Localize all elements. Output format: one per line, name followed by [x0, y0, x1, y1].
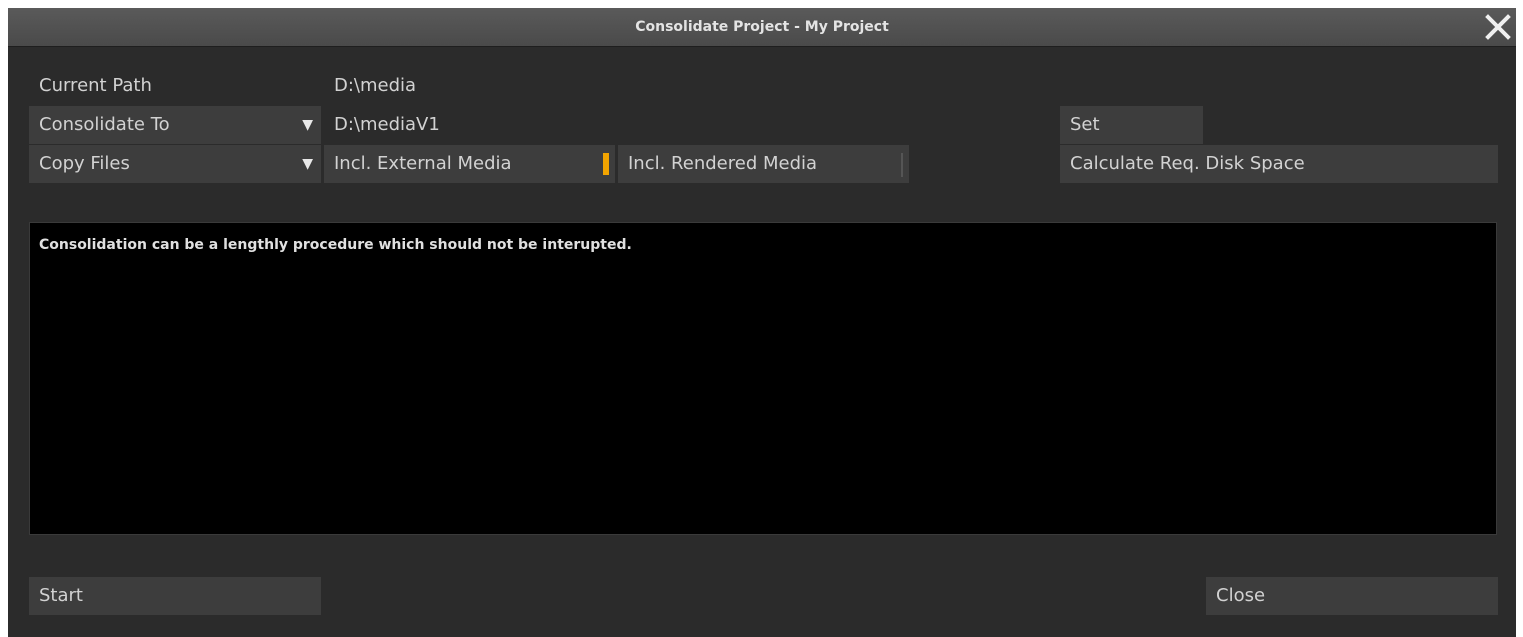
caret-down-icon: ▼: [302, 156, 313, 172]
set-button[interactable]: Set: [1060, 106, 1203, 144]
incl-rendered-media-label: Incl. Rendered Media: [628, 153, 818, 174]
current-path-label: Current Path: [39, 75, 152, 96]
consolidate-to-label: Consolidate To: [39, 114, 170, 135]
start-button[interactable]: Start: [29, 577, 321, 615]
calculate-disk-space-button[interactable]: Calculate Req. Disk Space: [1060, 145, 1498, 183]
title-bar[interactable]: Consolidate Project - My Project: [8, 8, 1516, 47]
log-message: Consolidation can be a lengthly procedur…: [39, 237, 632, 253]
incl-rendered-media-toggle[interactable]: Incl. Rendered Media: [618, 145, 909, 183]
consolidate-project-dialog: Consolidate Project - My Project Current…: [8, 8, 1516, 637]
checked-indicator-icon: [603, 153, 609, 175]
unchecked-indicator-icon: [901, 153, 903, 177]
incl-external-media-toggle[interactable]: Incl. External Media: [324, 145, 615, 183]
log-output-area[interactable]: Consolidation can be a lengthly procedur…: [29, 222, 1497, 535]
current-path-value: D:\media: [334, 75, 417, 96]
close-button[interactable]: Close: [1206, 577, 1498, 615]
incl-external-media-label: Incl. External Media: [334, 153, 512, 174]
caret-down-icon: ▼: [302, 117, 313, 133]
close-icon[interactable]: [1482, 11, 1514, 43]
dialog-title: Consolidate Project - My Project: [635, 19, 889, 35]
consolidate-to-dropdown[interactable]: Consolidate To ▼: [29, 106, 321, 144]
copy-mode-dropdown[interactable]: Copy Files ▼: [29, 145, 321, 183]
copy-mode-label: Copy Files: [39, 153, 130, 174]
consolidate-to-path: D:\mediaV1: [334, 114, 440, 135]
